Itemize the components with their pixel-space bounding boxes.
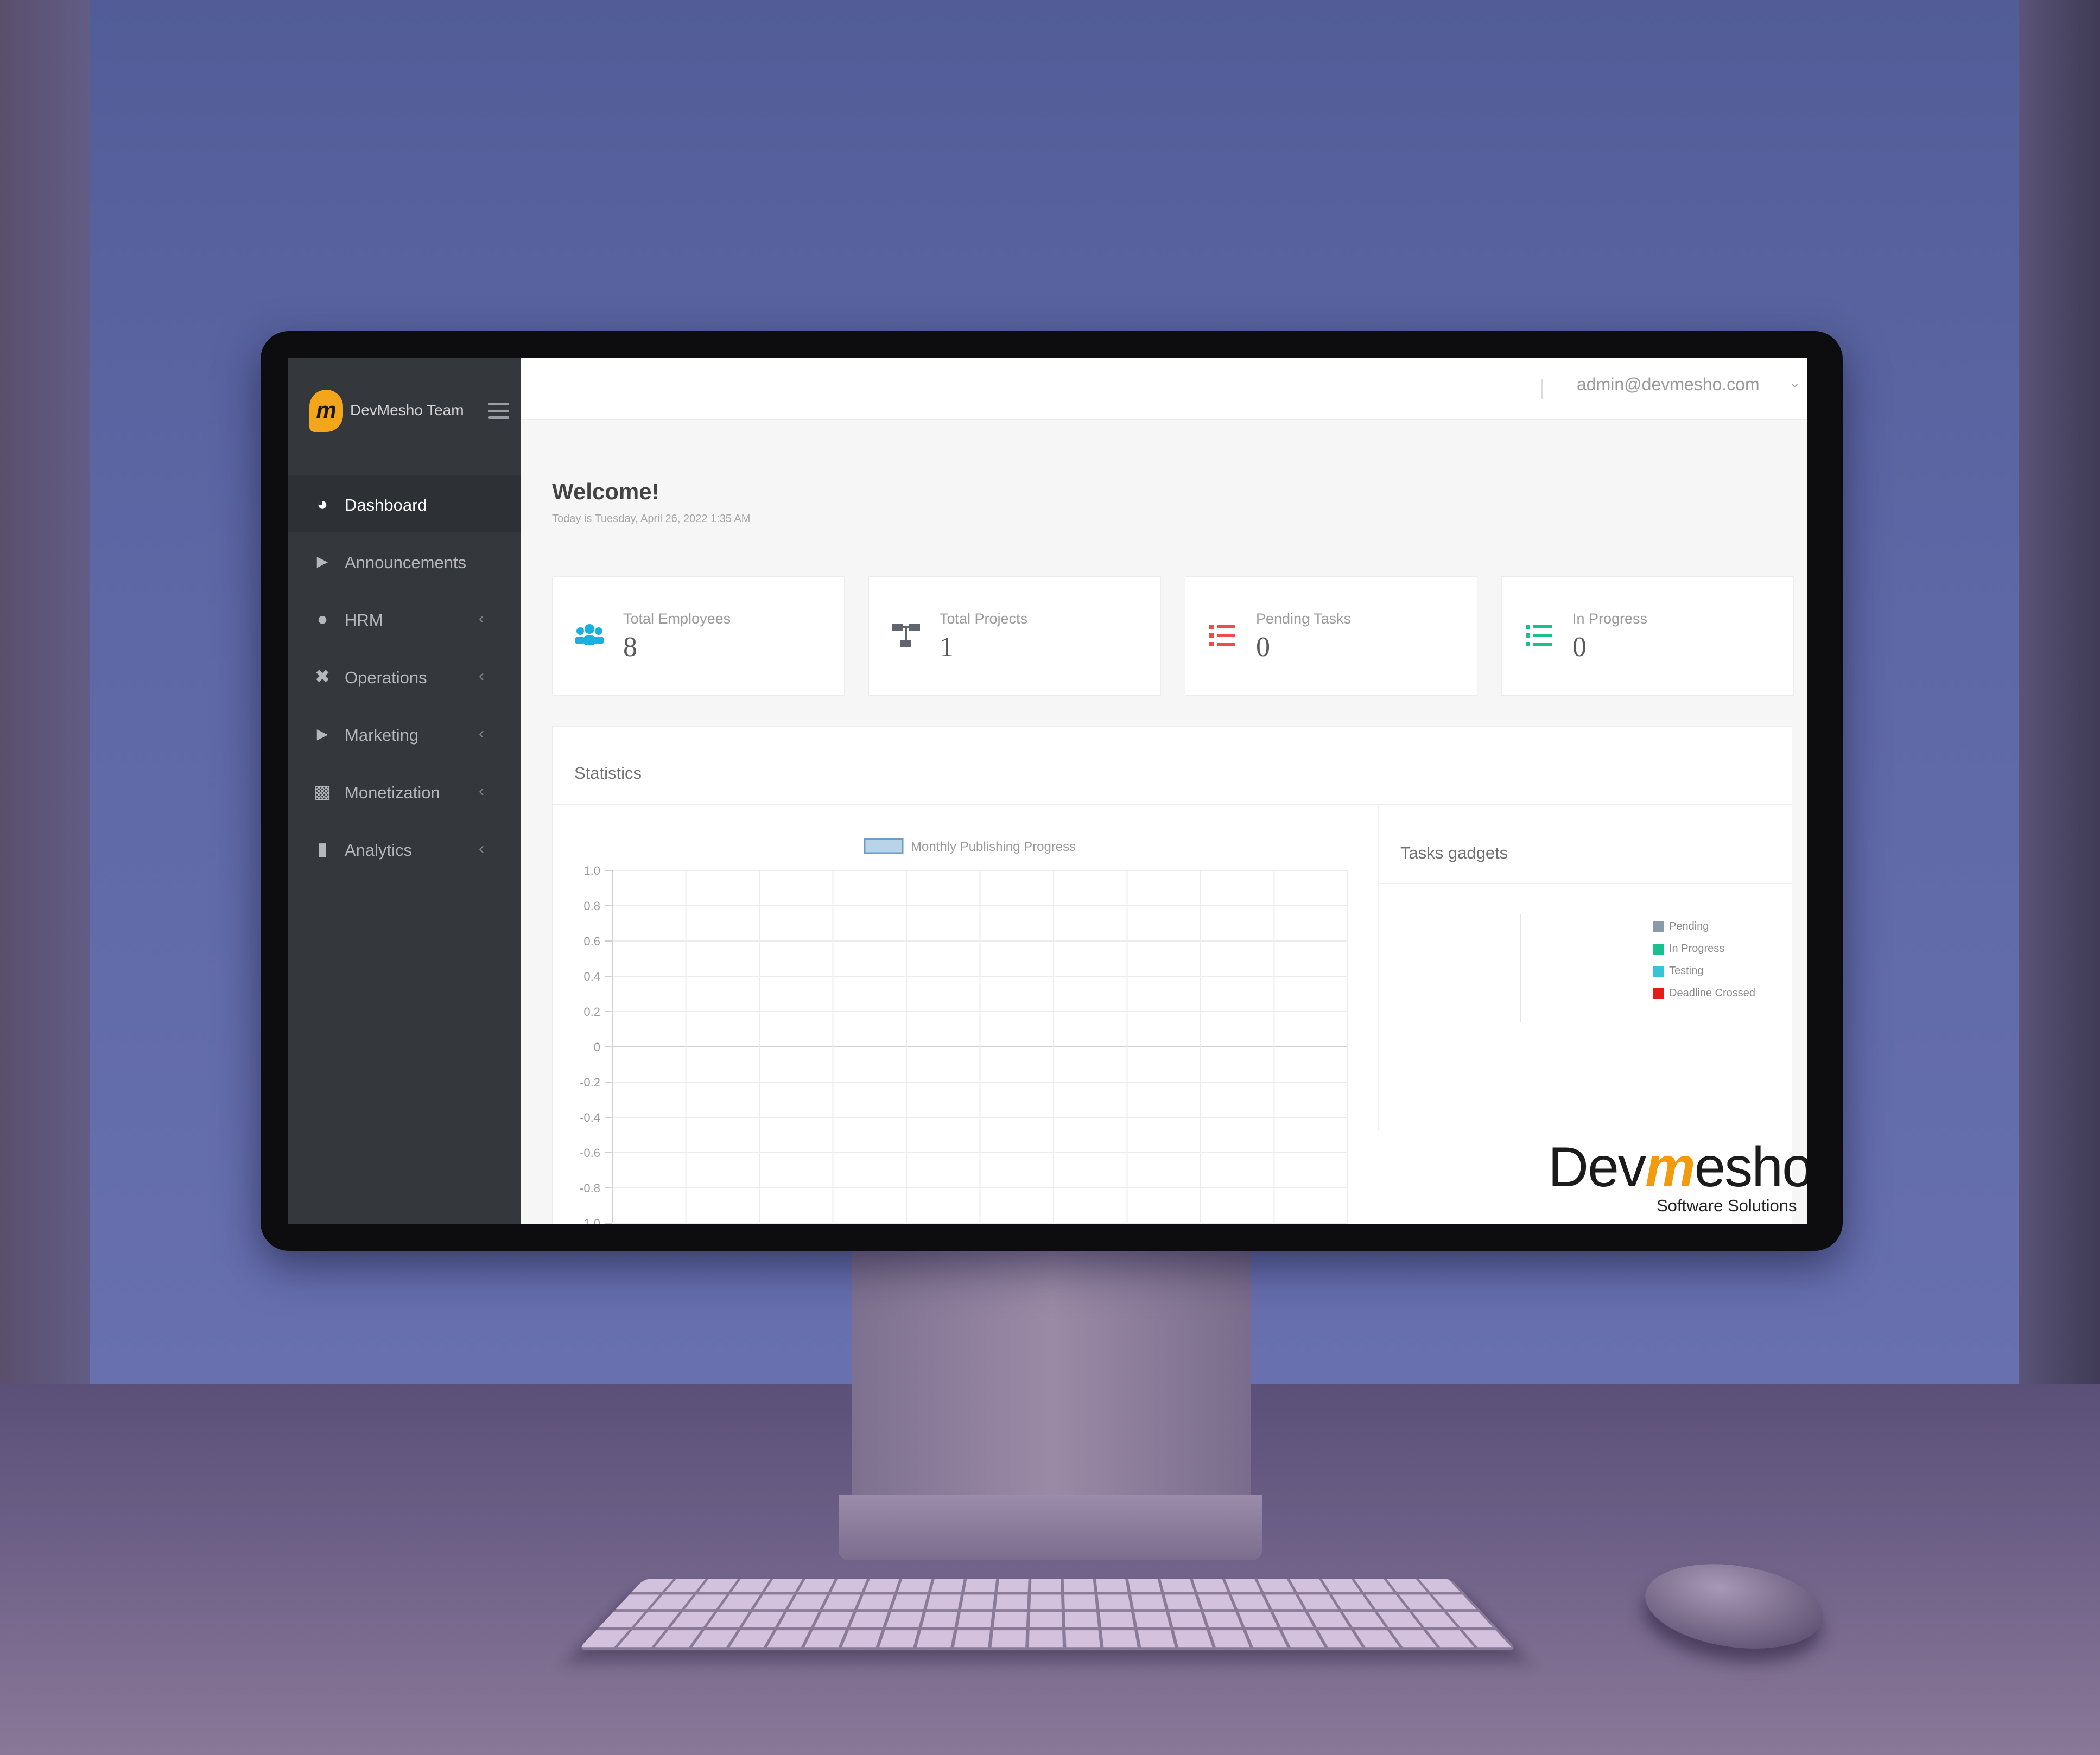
- y-tick-label: 0: [594, 1040, 600, 1054]
- divider: [1541, 379, 1543, 399]
- chevron-left-icon: ‹: [479, 840, 484, 858]
- chevron-left-icon: ‹: [479, 609, 484, 628]
- legend-swatch: [1653, 966, 1664, 977]
- stat-card-pending[interactable]: Pending Tasks 0: [1185, 576, 1477, 696]
- gadgets-legend: Pending In Progress Testing Deadline Cro…: [1653, 917, 1794, 1006]
- stat-card-in-progress[interactable]: In Progress 0: [1501, 576, 1794, 696]
- users-icon: ●: [312, 608, 333, 630]
- sidebar-item-dashboard[interactable]: ◕ Dashboard: [288, 475, 521, 532]
- money-icon: ▩: [312, 781, 333, 803]
- legend-label: Monthly Publishing Progress: [911, 840, 1076, 854]
- chevron-left-icon: ‹: [479, 724, 484, 743]
- chevron-left-icon: ‹: [479, 782, 484, 800]
- sidebar-item-label: Marketing: [345, 726, 418, 745]
- stat-value: 8: [623, 631, 637, 663]
- y-tick-label: -0.2: [580, 1076, 600, 1089]
- legend-swatch: [865, 839, 903, 853]
- line-chart: 1.0 0.8 0.6 0.4 0.2 0 -0.2 -0.4 -0.6 -0.8 -1.0 Mont…: [553, 805, 1378, 1224]
- legend-label: In Progress: [1669, 943, 1724, 955]
- y-tick-label: -0.4: [580, 1111, 600, 1124]
- sidebar-item-hrm[interactable]: ● HRM ‹: [288, 590, 521, 647]
- page-title: Welcome!: [552, 479, 659, 505]
- sidebar-item-label: Announcements: [345, 553, 466, 573]
- stat-value: 0: [1256, 631, 1270, 663]
- brand-name: DevMesho Team: [350, 402, 464, 419]
- legend-item[interactable]: In Progress: [1653, 939, 1794, 961]
- sidebar-nav: ◕ Dashboard ► Announcements ● HRM ‹ ✖ Op…: [288, 475, 521, 878]
- megaphone-icon: ►: [312, 551, 333, 573]
- sidebar-item-label: HRM: [345, 611, 383, 630]
- devmesho-logo: Devmesho Software Solutions: [1548, 1135, 1803, 1217]
- stat-card-employees[interactable]: Total Employees 8: [552, 576, 845, 696]
- logo-esho: esho: [1694, 1136, 1807, 1199]
- statistics-chart: 1.0 0.8 0.6 0.4 0.2 0 -0.2 -0.4 -0.6 -0.8 -1.0 Mont…: [553, 805, 1378, 1224]
- sidebar-item-announcements[interactable]: ► Announcements: [288, 532, 521, 590]
- top-bar: admin@devmesho.com ⌄: [521, 358, 1807, 420]
- legend-swatch: [1653, 988, 1664, 999]
- chevron-down-icon[interactable]: ⌄: [1788, 373, 1801, 391]
- keyboard: [578, 1579, 1518, 1650]
- legend-swatch: [1653, 944, 1664, 955]
- y-tick-label: 0.8: [583, 899, 600, 913]
- sidebar-item-label: Analytics: [345, 841, 412, 860]
- dashboard-icon: ◕: [312, 493, 333, 515]
- tools-icon: ✖: [312, 666, 333, 688]
- list-icon: [1522, 619, 1555, 652]
- current-date: Today is Tuesday, April 26, 2022 1:35 AM: [552, 513, 750, 525]
- logo-wordmark: Devmesho: [1548, 1135, 1807, 1200]
- legend-item[interactable]: Testing: [1653, 961, 1794, 983]
- stat-label: In Progress: [1572, 611, 1647, 627]
- gadgets-title: Tasks gadgets: [1400, 843, 1508, 863]
- sitemap-icon: [890, 619, 922, 652]
- chevron-left-icon: ‹: [479, 667, 484, 685]
- statistics-title: Statistics: [574, 764, 642, 783]
- brand-logo: m: [309, 390, 343, 432]
- logo-tagline: Software Solutions: [1657, 1196, 1797, 1216]
- list-icon: [1206, 619, 1239, 652]
- users-icon: [573, 619, 606, 652]
- brand[interactable]: m DevMesho Team: [309, 386, 510, 435]
- tasks-gadgets: Tasks gadgets Pending In Progress Testin…: [1378, 805, 1793, 1131]
- sidebar: m DevMesho Team ◕ Dashboard ► Announceme…: [288, 358, 521, 1224]
- legend-label: Testing: [1669, 965, 1703, 977]
- divider: [1379, 883, 1793, 884]
- y-tick-label: -0.6: [580, 1146, 600, 1160]
- sidebar-item-label: Dashboard: [345, 495, 427, 515]
- legend-item[interactable]: Pending: [1653, 917, 1794, 939]
- monitor-screen: m DevMesho Team ◕ Dashboard ► Announceme…: [288, 358, 1807, 1224]
- background-wall-left: [0, 0, 90, 1465]
- sidebar-item-monetization[interactable]: ▩ Monetization ‹: [288, 762, 521, 820]
- user-menu-email[interactable]: admin@devmesho.com: [1577, 374, 1760, 395]
- y-tick-label: 0.4: [583, 970, 600, 983]
- legend-item[interactable]: Deadline Crossed: [1653, 983, 1794, 1006]
- sidebar-item-label: Monetization: [345, 783, 440, 803]
- sidebar-item-operations[interactable]: ✖ Operations ‹: [288, 647, 521, 705]
- y-tick-label: 0.2: [583, 1005, 600, 1019]
- background-wall-right: [2019, 0, 2100, 1465]
- gadgets-chart-axis: [1520, 914, 1521, 1022]
- stat-card-projects[interactable]: Total Projects 1: [868, 576, 1161, 696]
- megaphone-icon: ►: [312, 723, 333, 745]
- logo-dev: Dev: [1548, 1136, 1645, 1199]
- stat-label: Total Employees: [623, 611, 731, 627]
- logo-m: m: [1645, 1136, 1694, 1199]
- stat-value: 1: [940, 631, 954, 663]
- sidebar-item-marketing[interactable]: ► Marketing ‹: [288, 705, 521, 762]
- stat-label: Pending Tasks: [1256, 611, 1351, 627]
- monitor-stand: [852, 1248, 1251, 1498]
- y-tick-label: -1.0: [580, 1217, 600, 1224]
- monitor-stand-base: [839, 1495, 1262, 1560]
- legend-label: Pending: [1669, 920, 1709, 933]
- y-tick-label: -0.8: [580, 1181, 600, 1195]
- y-tick-label: 0.6: [583, 934, 600, 948]
- stat-label: Total Projects: [940, 611, 1027, 627]
- legend-swatch: [1653, 921, 1664, 932]
- stat-value: 0: [1572, 631, 1587, 663]
- hamburger-icon[interactable]: [488, 403, 509, 419]
- sidebar-item-label: Operations: [345, 668, 427, 688]
- sidebar-item-analytics[interactable]: ▮ Analytics ‹: [288, 820, 521, 878]
- chart-icon: ▮: [312, 838, 333, 860]
- y-tick-label: 1.0: [583, 864, 600, 878]
- legend-label: Deadline Crossed: [1669, 987, 1755, 1000]
